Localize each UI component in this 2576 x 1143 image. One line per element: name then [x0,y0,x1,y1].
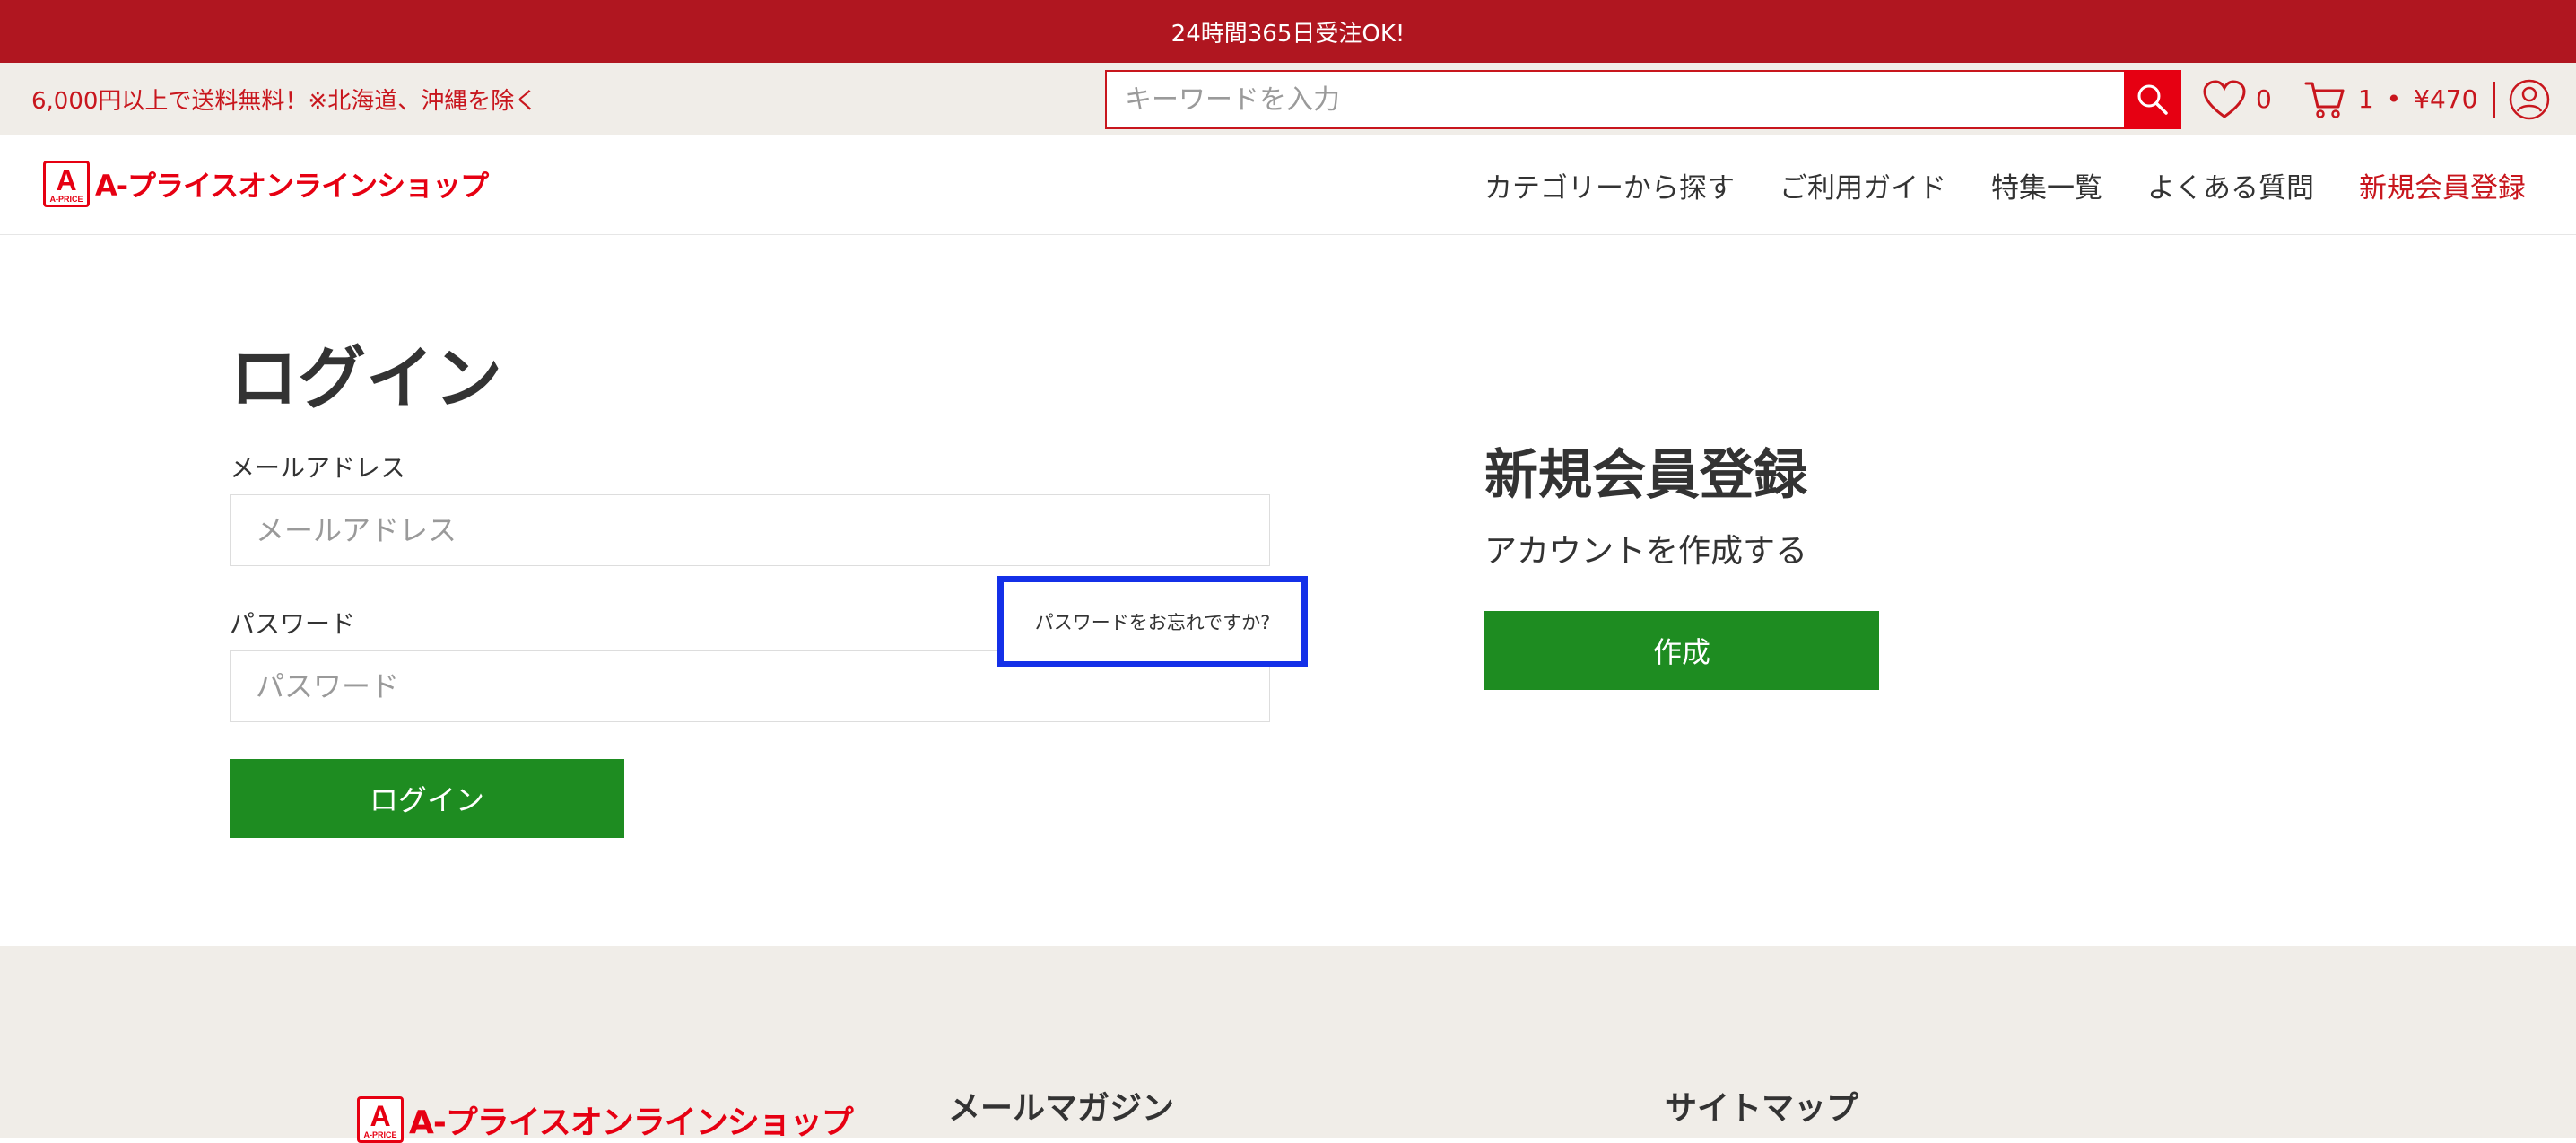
forgot-password-link[interactable]: パスワードをお忘れですか? [997,576,1308,667]
logo-mark-icon: A A-PRICE [43,161,90,207]
utility-divider [2493,81,2496,118]
password-label: パスワード [230,609,356,639]
free-shipping-note: 6,000円以上で送料無料！※北海道、沖縄を除く [31,88,538,115]
user-icon [2510,79,2550,119]
email-label: メールアドレス [230,453,406,483]
account-button[interactable] [2508,78,2551,121]
favorites-count: 0 [2256,84,2272,114]
nav-category[interactable]: カテゴリーから探す [1484,165,1735,205]
nav-features[interactable]: 特集一覧 [1991,165,2102,205]
nav-register[interactable]: 新規会員登録 [2359,165,2526,205]
search-bar [1105,70,2181,129]
main-header: A A-PRICE A-プライスオンラインショップ カテゴリーから探す ご利用ガ… [0,135,2576,235]
cart-button[interactable]: 1 • ¥470 [2304,80,2478,119]
search-input[interactable] [1105,70,2124,129]
newsletter-heading: メールマガジン [948,1090,1175,1127]
nav-guide[interactable]: ご利用ガイド [1780,165,1946,205]
footer: A A-PRICE A-プライスオンラインショップ メールマガジン サイトマップ [0,946,2576,1143]
utility-icons: 0 1 • ¥470 [2202,63,2551,135]
login-button[interactable]: ログイン [230,759,624,838]
footer-logo[interactable]: A A-PRICE A-プライスオンラインショップ [357,1096,854,1143]
main-nav: カテゴリーから探す ご利用ガイド 特集一覧 よくある質問 新規会員登録 [1440,135,2526,234]
nav-faq[interactable]: よくある質問 [2147,165,2314,205]
logo-text: A-プライスオンラインショップ [95,169,489,203]
heart-icon [2203,79,2246,118]
cart-count: 1 [2357,84,2374,114]
search-button[interactable] [2124,70,2181,129]
login-title: ログイン [230,338,502,418]
utility-bar: 6,000円以上で送料無料！※北海道、沖縄を除く 0 1 • ¥470 [0,63,2576,135]
sitemap-heading: サイトマップ [1665,1090,1859,1127]
cart-icon [2304,82,2345,118]
footer-logo-mark-icon: A A-PRICE [357,1096,404,1143]
top-announcement-banner: 24時間365日受注OK! [0,0,2576,63]
email-field[interactable] [230,494,1270,566]
favorites-button[interactable]: 0 [2202,79,2272,119]
footer-logo-text: A-プライスオンラインショップ [409,1104,854,1141]
cart-total: ¥470 [2414,84,2478,114]
cart-separator: • [2386,84,2402,114]
banner-text: 24時間365日受注OK! [1171,20,1405,48]
site-logo[interactable]: A A-PRICE A-プライスオンラインショップ [43,161,489,207]
register-subtitle: アカウントを作成する [1484,533,1808,570]
create-account-button[interactable]: 作成 [1484,611,1879,690]
register-title: 新規会員登録 [1484,444,1807,507]
search-icon [2137,84,2168,115]
